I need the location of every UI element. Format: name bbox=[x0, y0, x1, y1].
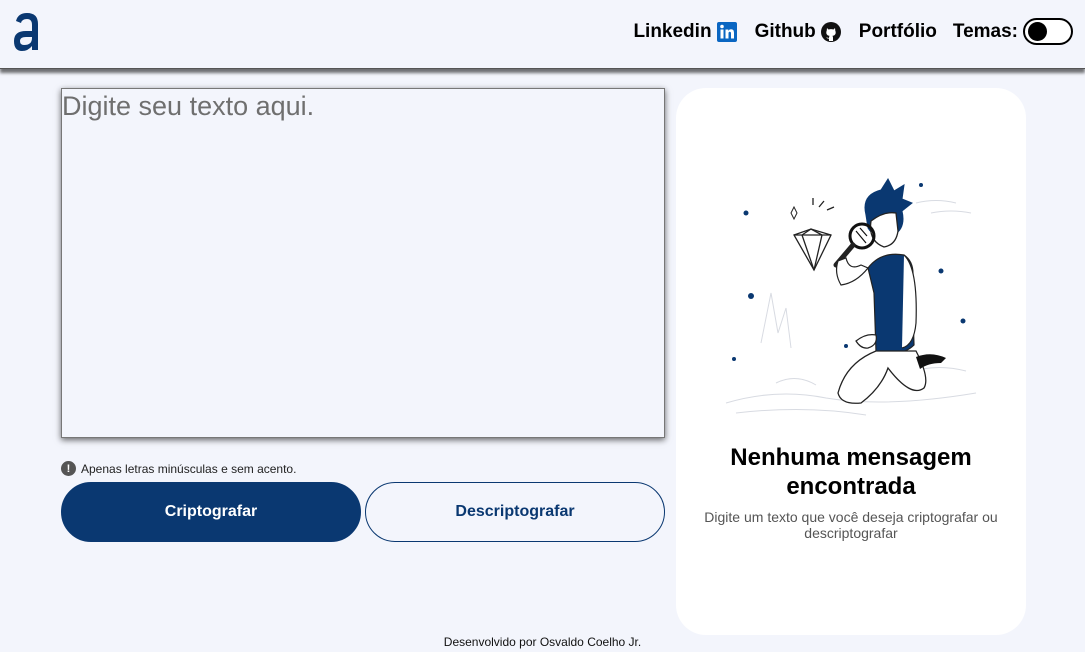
theme-label: Temas: bbox=[952, 20, 1018, 42]
empty-state-text: Digite um texto que você deseja criptogr… bbox=[704, 509, 998, 541]
github-link[interactable]: Github bbox=[755, 21, 841, 43]
empty-state-title: Nenhuma mensagem encontrada bbox=[730, 444, 972, 500]
github-label: Github bbox=[754, 20, 816, 42]
linkedin-icon bbox=[716, 21, 737, 42]
top-nav: Linkedin Github Portfólio Temas: bbox=[615, 18, 1073, 45]
github-icon bbox=[820, 21, 841, 42]
input-hint: ! Apenas letras minúsculas e sem acento. bbox=[61, 461, 296, 476]
footer-credit: Desenvolvido por Osvaldo Coelho Jr. bbox=[443, 635, 642, 649]
page-footer: Desenvolvido por Osvaldo Coelho Jr. bbox=[0, 635, 1085, 649]
hint-text: Apenas letras minúsculas e sem acento. bbox=[81, 461, 297, 476]
exclamation-icon: ! bbox=[61, 461, 76, 476]
toggle-knob bbox=[1028, 22, 1047, 41]
linkedin-label: Linkedin bbox=[633, 20, 712, 42]
theme-toggle[interactable] bbox=[1023, 18, 1073, 45]
encrypt-button[interactable]: Criptografar bbox=[61, 482, 361, 542]
message-input[interactable] bbox=[61, 88, 665, 438]
person-with-magnifier-illustration bbox=[725, 177, 977, 416]
linkedin-link[interactable]: Linkedin bbox=[633, 20, 737, 43]
top-header: Linkedin Github Portfólio Temas: bbox=[0, 0, 1085, 69]
theme-switcher: Temas: bbox=[953, 18, 1073, 45]
decrypt-button[interactable]: Descriptografar bbox=[365, 482, 665, 542]
portfolio-label: Portfólio bbox=[858, 20, 937, 42]
alura-logo[interactable] bbox=[12, 12, 42, 52]
result-panel: Nenhuma mensagem encontrada Digite um te… bbox=[676, 88, 1026, 635]
portfolio-link[interactable]: Portfólio bbox=[859, 21, 937, 43]
